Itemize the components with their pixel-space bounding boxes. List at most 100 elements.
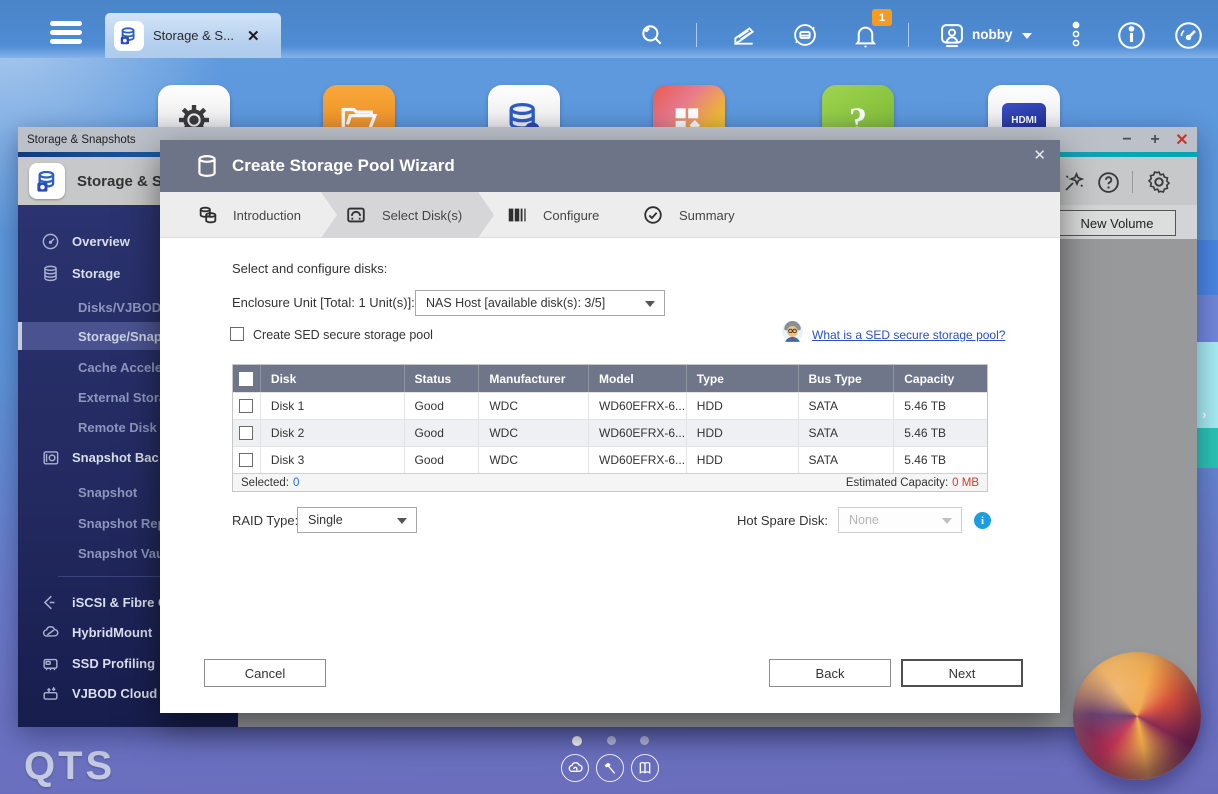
dashboard-gauge-icon[interactable] bbox=[1172, 19, 1204, 51]
step-label-configure[interactable]: Configure bbox=[543, 208, 599, 223]
hot-spare-info-icon[interactable]: i bbox=[974, 512, 991, 529]
sidebar-item-label: Remote Disk bbox=[78, 420, 157, 435]
introduction-step-icon bbox=[197, 204, 219, 226]
hammer-tool-icon[interactable] bbox=[596, 754, 624, 782]
sidebar-item-label: Snapshot Vau bbox=[78, 546, 164, 561]
next-button[interactable]: Next bbox=[901, 659, 1023, 687]
cloud-shortcut-icon[interactable] bbox=[561, 754, 589, 782]
table-row[interactable]: Disk 1 Good WDC WD60EFRX-6... HDD SATA 5… bbox=[233, 392, 987, 419]
hot-spare-label: Hot Spare Disk: bbox=[737, 513, 828, 528]
user-avatar-icon[interactable] bbox=[936, 19, 968, 51]
cell-capacity: 5.46 TB bbox=[894, 393, 987, 419]
window-minimize-button[interactable]: − bbox=[1115, 127, 1139, 152]
sidebar-item-label: VJBOD Cloud bbox=[72, 686, 157, 701]
column-header-manufacturer[interactable]: Manufacturer bbox=[479, 365, 589, 392]
table-row[interactable]: Disk 3 Good WDC WD60EFRX-6... HDD SATA 5… bbox=[233, 446, 987, 473]
main-menu-button[interactable] bbox=[50, 21, 82, 45]
cell-bus-type: SATA bbox=[799, 393, 895, 419]
sed-help-link[interactable]: What is a SED secure storage pool? bbox=[812, 328, 1005, 342]
step-label-summary[interactable]: Summary bbox=[679, 208, 735, 223]
tab-close-icon[interactable]: ✕ bbox=[247, 27, 260, 45]
background-widget-blue bbox=[1197, 240, 1218, 295]
wizard-body: Select and configure disks: Enclosure Un… bbox=[160, 238, 1060, 713]
background-widget-cyan: › bbox=[1197, 342, 1218, 428]
cell-type: HDD bbox=[687, 420, 799, 446]
background-widget-purple bbox=[1197, 295, 1218, 342]
cloud-mount-icon bbox=[40, 622, 60, 642]
summary-step-icon bbox=[642, 204, 664, 226]
sidebar-item-label: SSD Profiling bbox=[72, 656, 155, 671]
page-dot-2[interactable] bbox=[607, 736, 616, 745]
back-button[interactable]: Back bbox=[769, 659, 891, 687]
cell-bus-type: SATA bbox=[799, 420, 895, 446]
selected-label: Selected: bbox=[241, 477, 289, 489]
page-dot-1-active[interactable] bbox=[572, 736, 582, 746]
background-widget-teal bbox=[1197, 428, 1218, 468]
cell-status: Good bbox=[405, 420, 480, 446]
cell-type: HDD bbox=[687, 393, 799, 419]
user-name[interactable]: nobby bbox=[972, 27, 1013, 42]
chevron-down-icon bbox=[645, 301, 655, 307]
table-header-row: Disk Status Manufacturer Model Type Bus … bbox=[233, 365, 987, 392]
search-icon[interactable] bbox=[636, 19, 668, 51]
cell-disk: Disk 1 bbox=[261, 393, 405, 419]
sed-checkbox[interactable] bbox=[230, 327, 244, 341]
wizard-wand-icon[interactable] bbox=[1061, 169, 1087, 195]
user-menu-caret-icon[interactable] bbox=[1022, 33, 1032, 39]
sidebar-item-label: HybridMount bbox=[72, 625, 152, 640]
book-icon[interactable] bbox=[631, 754, 659, 782]
sidebar-item-label: iSCSI & Fibre C bbox=[72, 595, 167, 610]
tab-title: Storage & S... bbox=[153, 28, 245, 43]
cancel-button[interactable]: Cancel bbox=[204, 659, 326, 687]
taskbar-tab-storage-snapshots[interactable]: Storage & S... ✕ bbox=[105, 13, 281, 58]
new-volume-button[interactable]: New Volume bbox=[1058, 210, 1176, 236]
cell-disk: Disk 3 bbox=[261, 447, 405, 473]
info-icon[interactable] bbox=[1115, 19, 1147, 51]
table-row[interactable]: Disk 2 Good WDC WD60EFRX-6... HDD SATA 5… bbox=[233, 419, 987, 446]
page-dot-3[interactable] bbox=[640, 736, 649, 745]
row-checkbox[interactable] bbox=[239, 399, 253, 413]
window-app-title: Storage & S bbox=[77, 173, 162, 190]
settings-gear-icon[interactable] bbox=[1146, 169, 1172, 195]
sed-checkbox-label[interactable]: Create SED secure storage pool bbox=[253, 328, 433, 342]
enclosure-unit-select[interactable]: NAS Host [available disk(s): 3/5] bbox=[415, 290, 665, 316]
column-header-disk[interactable]: Disk bbox=[261, 365, 405, 392]
column-header-bus-type[interactable]: Bus Type bbox=[799, 365, 895, 392]
raid-type-select[interactable]: Single bbox=[297, 507, 417, 533]
ssd-icon bbox=[40, 653, 60, 673]
select-all-checkbox[interactable] bbox=[239, 372, 253, 386]
sidebar-item-label: Snapshot Bac bbox=[72, 450, 159, 465]
gauge-icon bbox=[40, 231, 60, 251]
column-header-type[interactable]: Type bbox=[687, 365, 799, 392]
dialog-close-icon[interactable]: ✕ bbox=[1033, 146, 1046, 164]
background-tasks-icon[interactable] bbox=[728, 19, 760, 51]
sidebar-item-label: Storage/Snap bbox=[78, 329, 162, 344]
configure-step-icon bbox=[506, 204, 528, 226]
sidebar-item-label: External Stora bbox=[78, 390, 166, 405]
help-icon[interactable] bbox=[1095, 169, 1121, 195]
iscsi-icon bbox=[40, 592, 60, 612]
chevron-down-icon bbox=[942, 518, 952, 524]
row-checkbox[interactable] bbox=[239, 426, 253, 440]
row-checkbox[interactable] bbox=[239, 453, 253, 467]
cell-type: HDD bbox=[687, 447, 799, 473]
hot-spare-select[interactable]: None bbox=[838, 507, 962, 533]
toolbar-divider bbox=[1132, 171, 1133, 193]
cell-disk: Disk 2 bbox=[261, 420, 405, 446]
window-close-button[interactable]: ✕ bbox=[1170, 127, 1194, 152]
sidebar-item-label: Snapshot Rep bbox=[78, 516, 165, 531]
more-options-icon[interactable] bbox=[1060, 19, 1092, 51]
step-label-introduction[interactable]: Introduction bbox=[233, 208, 301, 223]
column-header-capacity[interactable]: Capacity bbox=[894, 365, 987, 392]
sidebar-item-label: Overview bbox=[72, 234, 130, 249]
select-disks-heading: Select and configure disks: bbox=[232, 261, 387, 276]
camera-icon bbox=[40, 447, 60, 467]
external-device-sync-icon[interactable] bbox=[789, 19, 821, 51]
column-header-model[interactable]: Model bbox=[589, 365, 687, 392]
table-footer: Selected: 0 Estimated Capacity: 0 MB bbox=[233, 473, 987, 491]
step-label-select-disks[interactable]: Select Disk(s) bbox=[382, 208, 462, 223]
sidebar-item-label: Storage bbox=[72, 266, 120, 281]
column-header-status[interactable]: Status bbox=[405, 365, 480, 392]
estimated-capacity-label: Estimated Capacity: bbox=[846, 477, 948, 489]
window-maximize-button[interactable]: + bbox=[1143, 127, 1167, 152]
